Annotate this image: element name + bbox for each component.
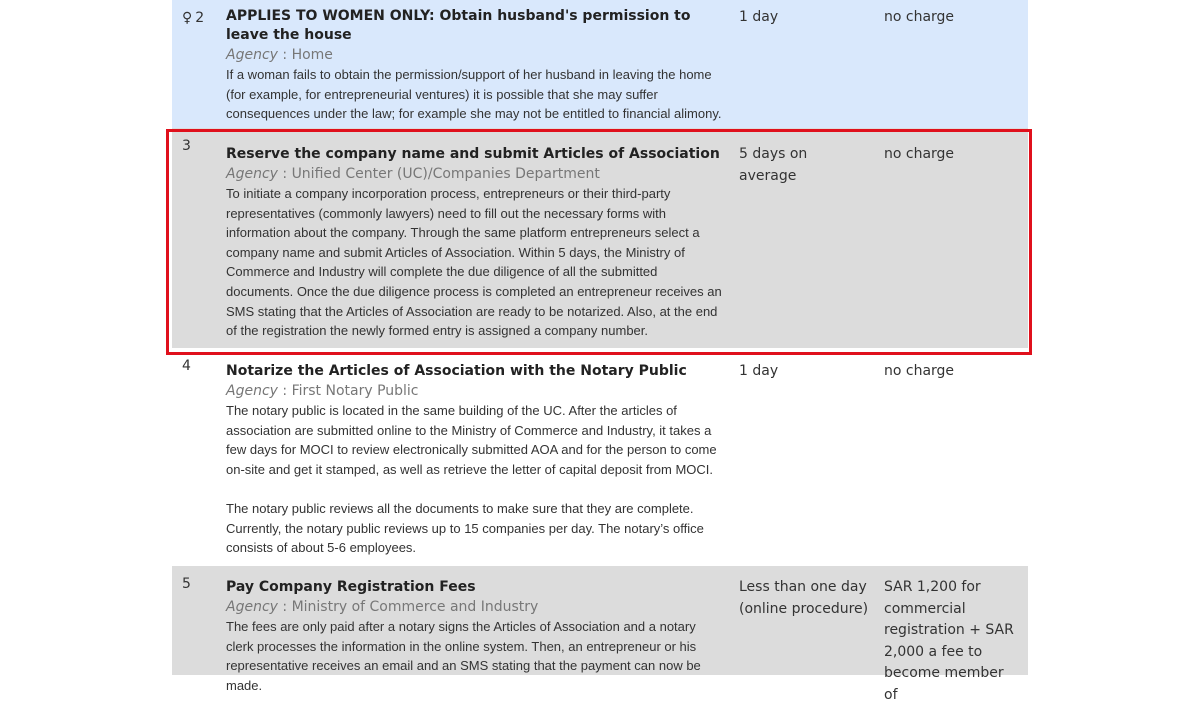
procedure-description: The fees are only paid after a notary si… (226, 619, 701, 693)
procedure-number: 5 (182, 576, 191, 592)
procedure-description: The notary public is located in the same… (226, 403, 717, 556)
procedure-details: Reserve the company name and submit Arti… (226, 145, 726, 341)
procedure-time: 1 day (739, 9, 779, 25)
procedure-row: 3 Reserve the company name and submit Ar… (172, 128, 1028, 348)
procedure-details: Pay Company Registration Fees Agency : M… (226, 578, 726, 695)
procedure-row: 5 Pay Company Registration Fees Agency :… (172, 566, 1028, 703)
procedures-table: ♀ 2 APPLIES TO WOMEN ONLY: Obtain husband… (172, 0, 1028, 703)
procedure-cost: no charge (884, 363, 955, 379)
procedure-details: APPLIES TO WOMEN ONLY: Obtain husband's … (226, 7, 726, 124)
procedure-title: APPLIES TO WOMEN ONLY: Obtain husband's … (226, 8, 691, 43)
procedure-cost: SAR 1,200 for commercial registration + … (884, 579, 1014, 703)
procedure-agency: Agency : Unified Center (UC)/Companies D… (226, 166, 600, 182)
procedure-title: Pay Company Registration Fees (226, 579, 476, 595)
procedure-number: 4 (182, 358, 191, 374)
procedure-title: Reserve the company name and submit Arti… (226, 146, 720, 162)
procedure-description: To initiate a company incorporation proc… (226, 186, 722, 339)
female-icon: ♀ (182, 10, 193, 26)
procedure-cost: no charge (884, 146, 955, 162)
procedure-row: 4 Notarize the Articles of Association w… (172, 348, 1028, 566)
procedure-agency: Agency : Home (226, 47, 333, 63)
procedure-details: Notarize the Articles of Association wit… (226, 362, 726, 558)
procedure-description: If a woman fails to obtain the permissio… (226, 67, 722, 122)
procedure-agency: Agency : First Notary Public (226, 383, 419, 399)
procedure-number: 3 (182, 138, 191, 154)
procedure-agency: Agency : Ministry of Commerce and Indust… (226, 599, 539, 615)
procedure-time: 1 day (739, 363, 779, 379)
procedure-cost: no charge (884, 9, 955, 25)
procedure-number: ♀ 2 (182, 10, 205, 26)
procedure-time: Less than one day (online procedure) (739, 579, 869, 617)
procedure-title: Notarize the Articles of Association wit… (226, 363, 687, 379)
procedure-row: ♀ 2 APPLIES TO WOMEN ONLY: Obtain husband… (172, 0, 1028, 128)
procedure-time: 5 days on average (739, 146, 808, 184)
